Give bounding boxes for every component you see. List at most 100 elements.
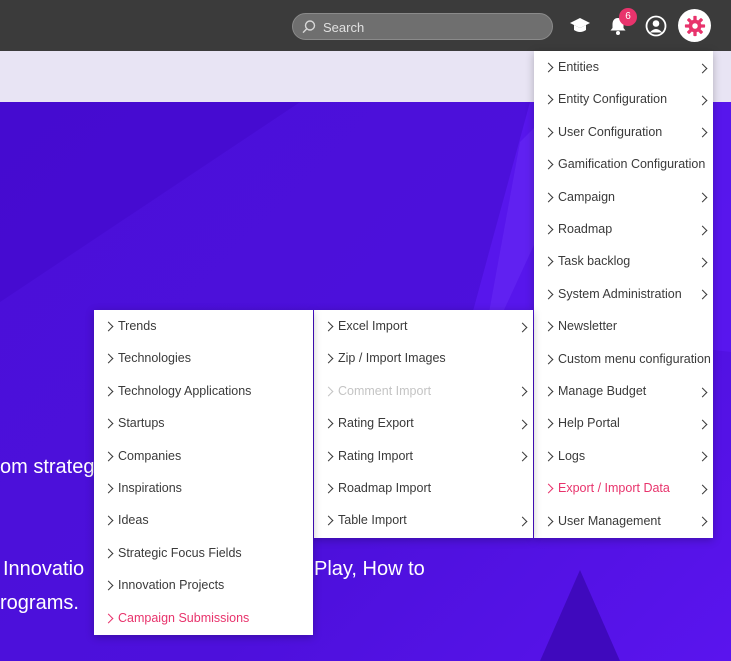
- chevron-right-icon: [314, 351, 334, 365]
- menu-item-label: Excel Import: [338, 319, 408, 333]
- menu-item-technologies[interactable]: Technologies: [94, 342, 313, 374]
- menu-item-manage-budget[interactable]: Manage Budget: [534, 375, 713, 407]
- menu-item-label: System Administration: [558, 286, 682, 301]
- menu-item-companies[interactable]: Companies: [94, 440, 313, 472]
- menu-item-label: Inspirations: [118, 481, 182, 495]
- learning-icon[interactable]: [568, 14, 592, 38]
- menu-item-label: Logs: [558, 448, 586, 463]
- chevron-right-icon: [534, 352, 554, 366]
- chevron-right-icon: [534, 449, 554, 463]
- menu-item-excel-import[interactable]: Excel Import: [314, 310, 533, 342]
- chevron-right-icon: [94, 546, 114, 560]
- menu-item-user-management[interactable]: User Management: [534, 505, 713, 537]
- user-icon[interactable]: [644, 14, 668, 38]
- submenu-chevron-icon: [511, 319, 533, 334]
- chevron-right-icon: [94, 578, 114, 592]
- submenu-chevron-icon: [511, 416, 533, 431]
- menu-item-label: Strategic Focus Fields: [118, 545, 242, 560]
- menu-item-roadmap[interactable]: Roadmap: [534, 213, 713, 245]
- submenu-chevron-icon: [691, 286, 713, 301]
- menu-item-label: Entity Configuration: [558, 92, 668, 107]
- menu-item-zip-import-images[interactable]: Zip / Import Images: [314, 342, 533, 374]
- chevron-right-icon: [314, 481, 334, 495]
- hero-text-line-3: rograms.: [0, 592, 79, 614]
- submenu-chevron-icon: [511, 513, 533, 528]
- menu-item-custom-menu-configuration[interactable]: Custom menu configuration: [534, 343, 713, 375]
- submenu-chevron-icon: [511, 383, 533, 398]
- chevron-right-icon: [534, 92, 554, 106]
- chevron-right-icon: [94, 384, 114, 398]
- menu-item-label: User Configuration: [558, 124, 663, 139]
- submenu-chevron-icon: [691, 222, 713, 237]
- menu-item-label: Newsletter: [558, 319, 618, 334]
- menu-item-roadmap-import[interactable]: Roadmap Import: [314, 472, 533, 504]
- notification-count-badge[interactable]: 6: [619, 8, 637, 26]
- admin-menu: Entities Entity Configuration User Configu…: [534, 51, 713, 538]
- menu-item-label: Task backlog: [558, 254, 631, 269]
- menu-item-label: Trends: [118, 319, 157, 333]
- menu-item-technology-applications[interactable]: Technology Applications: [94, 375, 313, 407]
- chevron-right-icon: [314, 416, 334, 430]
- menu-item-entities[interactable]: Entities: [534, 51, 713, 83]
- menu-item-rating-import[interactable]: Rating Import: [314, 440, 533, 472]
- menu-item-label: Gamification Configuration: [558, 157, 706, 172]
- submenu-chevron-icon: [691, 189, 713, 204]
- menu-item-entity-configuration[interactable]: Entity Configuration: [534, 83, 713, 115]
- hero-text-line-2a: Innovatio: [3, 558, 85, 580]
- chevron-right-icon: [534, 481, 554, 495]
- search-box[interactable]: [292, 13, 553, 40]
- submenu-chevron-icon: [691, 448, 713, 463]
- submenu-chevron-icon: [691, 60, 713, 75]
- menu-item-startups[interactable]: Startups: [94, 407, 313, 439]
- search-icon: [302, 20, 316, 34]
- settings-button[interactable]: [678, 9, 711, 42]
- menu-item-strategic-focus-fields[interactable]: Strategic Focus Fields: [94, 537, 313, 569]
- menu-item-export-import-data[interactable]: Export / Import Data: [534, 472, 713, 504]
- menu-item-system-administration[interactable]: System Administration: [534, 278, 713, 310]
- submenu-chevron-icon: [691, 384, 713, 399]
- menu-item-innovation-projects[interactable]: Innovation Projects: [94, 569, 313, 601]
- chevron-right-icon: [314, 449, 334, 463]
- chevron-right-icon: [534, 254, 554, 268]
- menu-item-label: Technologies: [118, 351, 191, 366]
- menu-item-label: Companies: [118, 448, 182, 463]
- menu-item-ideas[interactable]: Ideas: [94, 504, 313, 536]
- menu-item-label: Entities: [558, 60, 599, 74]
- chevron-right-icon: [314, 319, 334, 333]
- menu-item-inspirations[interactable]: Inspirations: [94, 472, 313, 504]
- menu-item-campaign[interactable]: Campaign: [534, 181, 713, 213]
- menu-item-trends[interactable]: Trends: [94, 310, 313, 342]
- menu-item-help-portal[interactable]: Help Portal: [534, 407, 713, 439]
- chevron-right-icon: [534, 157, 554, 171]
- chevron-right-icon: [534, 416, 554, 430]
- menu-item-gamification-configuration[interactable]: Gamification Configuration: [534, 148, 713, 180]
- chevron-right-icon: [534, 222, 554, 236]
- menu-item-rating-export[interactable]: Rating Export: [314, 407, 533, 439]
- menu-item-label: Roadmap Import: [338, 481, 432, 495]
- menu-item-table-import[interactable]: Table Import: [314, 504, 533, 536]
- menu-item-label: Roadmap: [558, 222, 613, 236]
- menu-item-label: Manage Budget: [558, 384, 647, 398]
- menu-item-task-backlog[interactable]: Task backlog: [534, 245, 713, 277]
- chevron-right-icon: [534, 190, 554, 204]
- menu-item-logs[interactable]: Logs: [534, 440, 713, 472]
- excel-import-submenu: Trends Technologies Technology Application…: [94, 310, 313, 635]
- chevron-right-icon: [94, 351, 114, 365]
- submenu-chevron-icon: [691, 124, 713, 139]
- chevron-right-icon: [314, 513, 334, 527]
- chevron-right-icon: [534, 384, 554, 398]
- menu-item-label: Startups: [118, 416, 165, 431]
- menu-item-newsletter[interactable]: Newsletter: [534, 310, 713, 342]
- menu-item-campaign-submissions[interactable]: Campaign Submissions: [94, 602, 313, 634]
- menu-item-label: Technology Applications: [118, 383, 252, 398]
- menu-item-user-configuration[interactable]: User Configuration: [534, 116, 713, 148]
- hero-text-line-2b: Play, How to: [314, 558, 425, 580]
- chevron-right-icon: [94, 319, 114, 333]
- chevron-right-icon: [94, 513, 114, 527]
- menu-item-label: Help Portal: [558, 416, 620, 431]
- menu-item-label: Campaign: [558, 189, 615, 204]
- menu-item-label: Export / Import Data: [558, 481, 670, 496]
- menu-item-comment-import: Comment Import: [314, 375, 533, 407]
- search-input[interactable]: [323, 18, 543, 36]
- chevron-right-icon: [534, 514, 554, 528]
